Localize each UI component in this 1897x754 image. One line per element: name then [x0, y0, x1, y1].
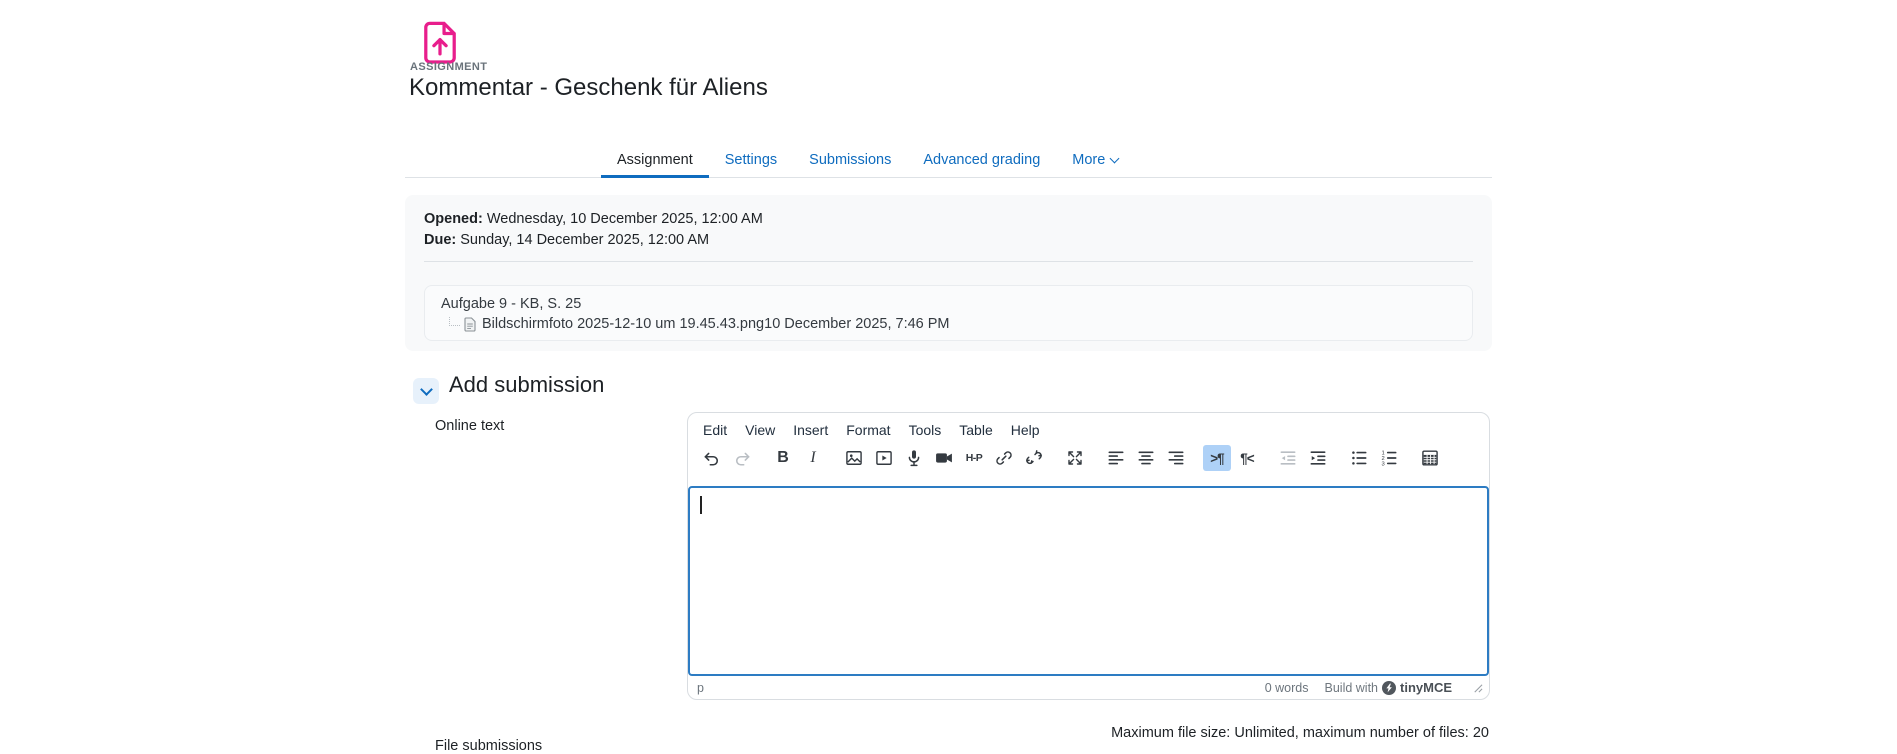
editor-statusbar: p 0 words Build with tinyMCE	[688, 676, 1489, 699]
tab-assignment[interactable]: Assignment	[601, 144, 709, 178]
tab-settings[interactable]: Settings	[709, 144, 793, 178]
editor-menubar: Edit View Insert Format Tools Table Help	[688, 413, 1489, 443]
attachment-row: Bildschirmfoto 2025-12-10 um 19.45.43.pn…	[441, 316, 1456, 332]
redo-button[interactable]	[728, 445, 756, 471]
tinymce-logo-icon	[1382, 681, 1396, 695]
collapse-toggle-button[interactable]	[413, 378, 439, 404]
file-icon	[464, 317, 476, 332]
image-button[interactable]	[840, 445, 868, 471]
due-date: Due: Sunday, 14 December 2025, 12:00 AM	[424, 230, 1473, 251]
editor-content-area[interactable]	[688, 486, 1489, 676]
editor-toolbar: B I H-P	[688, 443, 1489, 476]
media-button[interactable]	[870, 445, 898, 471]
attachment-timestamp: 10 December 2025, 7:46 PM	[764, 316, 949, 332]
bullet-list-button[interactable]	[1345, 445, 1373, 471]
outdent-button[interactable]	[1274, 445, 1302, 471]
unlink-button[interactable]	[1020, 445, 1048, 471]
tab-advanced-grading[interactable]: Advanced grading	[907, 144, 1056, 178]
activity-type-label: ASSIGNMENT	[410, 61, 487, 73]
svg-text:3: 3	[1382, 462, 1385, 468]
bold-button[interactable]: B	[769, 445, 797, 471]
element-path[interactable]: p	[697, 681, 704, 695]
menu-format[interactable]: Format	[837, 418, 899, 442]
menu-table[interactable]: Table	[950, 418, 1001, 442]
page-title: Kommentar - Geschenk für Aliens	[409, 74, 768, 102]
indent-button[interactable]	[1304, 445, 1332, 471]
menu-tools[interactable]: Tools	[900, 418, 951, 442]
record-audio-button[interactable]	[900, 445, 928, 471]
attachment-filename[interactable]: Bildschirmfoto 2025-12-10 um 19.45.43.pn…	[482, 316, 764, 332]
text-cursor	[700, 496, 702, 514]
opened-value: Wednesday, 10 December 2025, 12:00 AM	[487, 211, 763, 227]
max-file-note: Maximum file size: Unlimited, maximum nu…	[1111, 725, 1489, 741]
tab-more[interactable]: More	[1056, 144, 1134, 178]
ltr-direction-button[interactable]: >¶	[1203, 445, 1231, 471]
due-value: Sunday, 14 December 2025, 12:00 AM	[460, 232, 709, 248]
link-button[interactable]	[990, 445, 1018, 471]
undo-button[interactable]	[698, 445, 726, 471]
online-text-label: Online text	[435, 418, 504, 434]
activity-description-box: Aufgabe 9 - KB, S. 25 Bildschirmfoto 202…	[424, 285, 1473, 341]
opened-label: Opened:	[424, 211, 483, 227]
menu-view[interactable]: View	[736, 418, 784, 442]
chevron-down-icon	[1110, 154, 1120, 164]
divider	[424, 261, 1473, 262]
menu-edit[interactable]: Edit	[694, 418, 736, 442]
h5p-button[interactable]: H-P	[960, 445, 988, 471]
align-right-button[interactable]	[1162, 445, 1190, 471]
menu-help[interactable]: Help	[1002, 418, 1049, 442]
record-video-button[interactable]	[930, 445, 958, 471]
align-center-button[interactable]	[1132, 445, 1160, 471]
secondary-navigation: Assignment Settings Submissions Advanced…	[405, 144, 1492, 178]
due-label: Due:	[424, 232, 456, 248]
resize-grip[interactable]	[1472, 682, 1483, 693]
opened-date: Opened: Wednesday, 10 December 2025, 12:…	[424, 209, 1473, 230]
menu-insert[interactable]: Insert	[784, 418, 837, 442]
numbered-list-button[interactable]: 123	[1375, 445, 1403, 471]
italic-button[interactable]: I	[799, 445, 827, 471]
chevron-down-icon	[420, 383, 433, 396]
main-content: ASSIGNMENT Kommentar - Geschenk für Alie…	[405, 0, 1492, 747]
equation-editor-button[interactable]	[1416, 445, 1444, 471]
file-submissions-label: File submissions	[435, 738, 542, 754]
word-count[interactable]: 0 words	[1265, 681, 1309, 695]
activity-info-box: Opened: Wednesday, 10 December 2025, 12:…	[405, 195, 1492, 351]
description-text: Aufgabe 9 - KB, S. 25	[441, 294, 1456, 314]
align-left-button[interactable]	[1102, 445, 1130, 471]
tinymce-branding[interactable]: Build with tinyMCE	[1325, 680, 1453, 695]
rtl-direction-button[interactable]: ¶<	[1233, 445, 1261, 471]
tree-branch-icon	[449, 317, 460, 326]
add-submission-heading: Add submission	[449, 372, 604, 398]
fullscreen-button[interactable]	[1061, 445, 1089, 471]
tab-submissions[interactable]: Submissions	[793, 144, 907, 178]
tinymce-editor: Edit View Insert Format Tools Table Help…	[687, 412, 1490, 700]
